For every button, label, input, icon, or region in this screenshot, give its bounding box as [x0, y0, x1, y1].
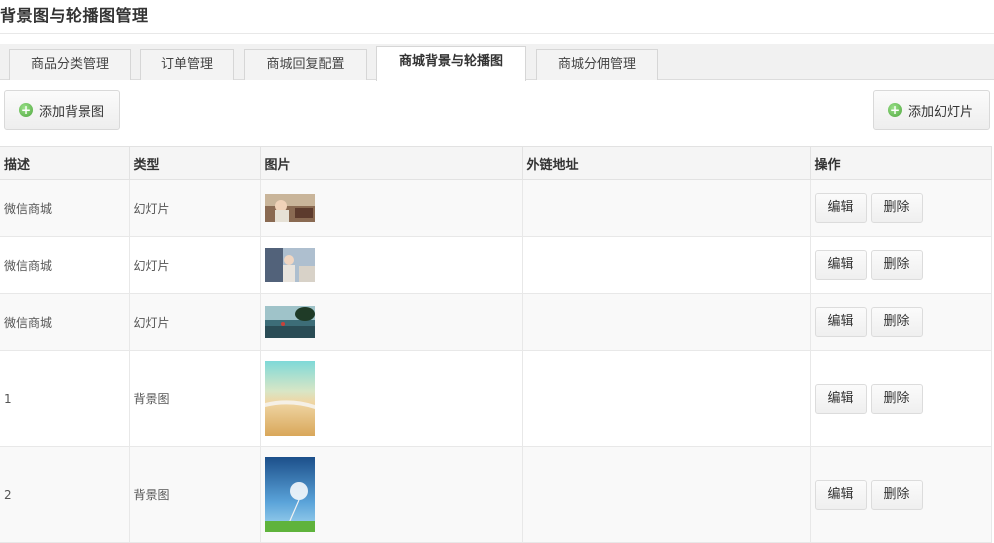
row-image-cell — [260, 446, 523, 543]
plus-circle-icon: + — [19, 103, 33, 117]
tab-bar: 商品分类管理 订单管理 商城回复配置 商城背景与轮播图 商城分佣管理 — [0, 44, 994, 81]
edit-button[interactable]: 编辑 — [814, 193, 867, 223]
tab-commission[interactable]: 商城分佣管理 — [536, 49, 658, 80]
delete-button[interactable]: 删除 — [870, 307, 923, 337]
background-thumbnail-image — [264, 457, 315, 532]
row-type: 幻灯片 — [129, 179, 261, 237]
header-link: 外链地址 — [522, 146, 811, 180]
row-image-cell — [260, 236, 523, 294]
delete-button[interactable]: 删除 — [870, 383, 923, 414]
row-link — [522, 446, 811, 543]
header-actions: 操作 — [810, 146, 992, 180]
slide-thumbnail-image — [264, 306, 315, 338]
image-table: 描述 类型 图片 外链地址 操作 微信商城 幻灯片 编辑 删除 微信商城 幻灯片… — [0, 146, 992, 543]
row-image-cell — [260, 179, 523, 237]
table-row: 2 背景图 编辑 删除 — [0, 446, 992, 543]
title-divider — [0, 33, 994, 34]
delete-button[interactable]: 删除 — [870, 479, 923, 510]
row-actions: 编辑 删除 — [810, 179, 992, 237]
row-type: 幻灯片 — [129, 293, 261, 351]
row-actions: 编辑 删除 — [810, 350, 992, 447]
edit-button[interactable]: 编辑 — [814, 479, 867, 510]
header-type: 类型 — [129, 146, 261, 180]
table-header-row: 描述 类型 图片 外链地址 操作 — [0, 146, 992, 180]
row-actions: 编辑 删除 — [810, 446, 992, 543]
row-description: 微信商城 — [0, 236, 130, 294]
page-title: 背景图与轮播图管理 — [0, 6, 149, 25]
add-background-label: 添加背景图 — [39, 104, 105, 120]
delete-button[interactable]: 删除 — [870, 193, 923, 223]
table-row: 微信商城 幻灯片 编辑 删除 — [0, 293, 992, 351]
plus-circle-icon: + — [888, 103, 902, 117]
edit-button[interactable]: 编辑 — [814, 250, 867, 280]
table-row: 微信商城 幻灯片 编辑 删除 — [0, 236, 992, 294]
row-type: 背景图 — [129, 446, 261, 543]
row-image-cell — [260, 350, 523, 447]
row-actions: 编辑 删除 — [810, 293, 992, 351]
row-actions: 编辑 删除 — [810, 236, 992, 294]
tab-reply-config[interactable]: 商城回复配置 — [244, 49, 367, 80]
slide-thumbnail-image — [264, 248, 315, 282]
row-image-cell — [260, 293, 523, 351]
row-description: 微信商城 — [0, 179, 130, 237]
row-type: 背景图 — [129, 350, 261, 447]
background-thumbnail-image — [264, 361, 315, 436]
row-link — [522, 236, 811, 294]
edit-button[interactable]: 编辑 — [814, 307, 867, 337]
header-description: 描述 — [0, 146, 130, 180]
row-description: 2 — [0, 446, 130, 543]
delete-button[interactable]: 删除 — [870, 250, 923, 280]
edit-button[interactable]: 编辑 — [814, 383, 867, 414]
table-row: 微信商城 幻灯片 编辑 删除 — [0, 179, 992, 237]
add-background-button[interactable]: + 添加背景图 — [4, 90, 120, 130]
row-link — [522, 293, 811, 351]
row-link — [522, 179, 811, 237]
table-row: 1 背景图 编辑 删除 — [0, 350, 992, 447]
row-description: 微信商城 — [0, 293, 130, 351]
row-description: 1 — [0, 350, 130, 447]
tab-background-slides[interactable]: 商城背景与轮播图 — [376, 46, 526, 81]
tab-product-category[interactable]: 商品分类管理 — [9, 49, 131, 80]
header-image: 图片 — [260, 146, 523, 180]
slide-thumbnail-image — [264, 194, 315, 222]
tab-orders[interactable]: 订单管理 — [140, 49, 234, 80]
add-slide-label: 添加幻灯片 — [908, 104, 974, 120]
row-type: 幻灯片 — [129, 236, 261, 294]
row-link — [522, 350, 811, 447]
add-slide-button[interactable]: + 添加幻灯片 — [873, 90, 990, 130]
